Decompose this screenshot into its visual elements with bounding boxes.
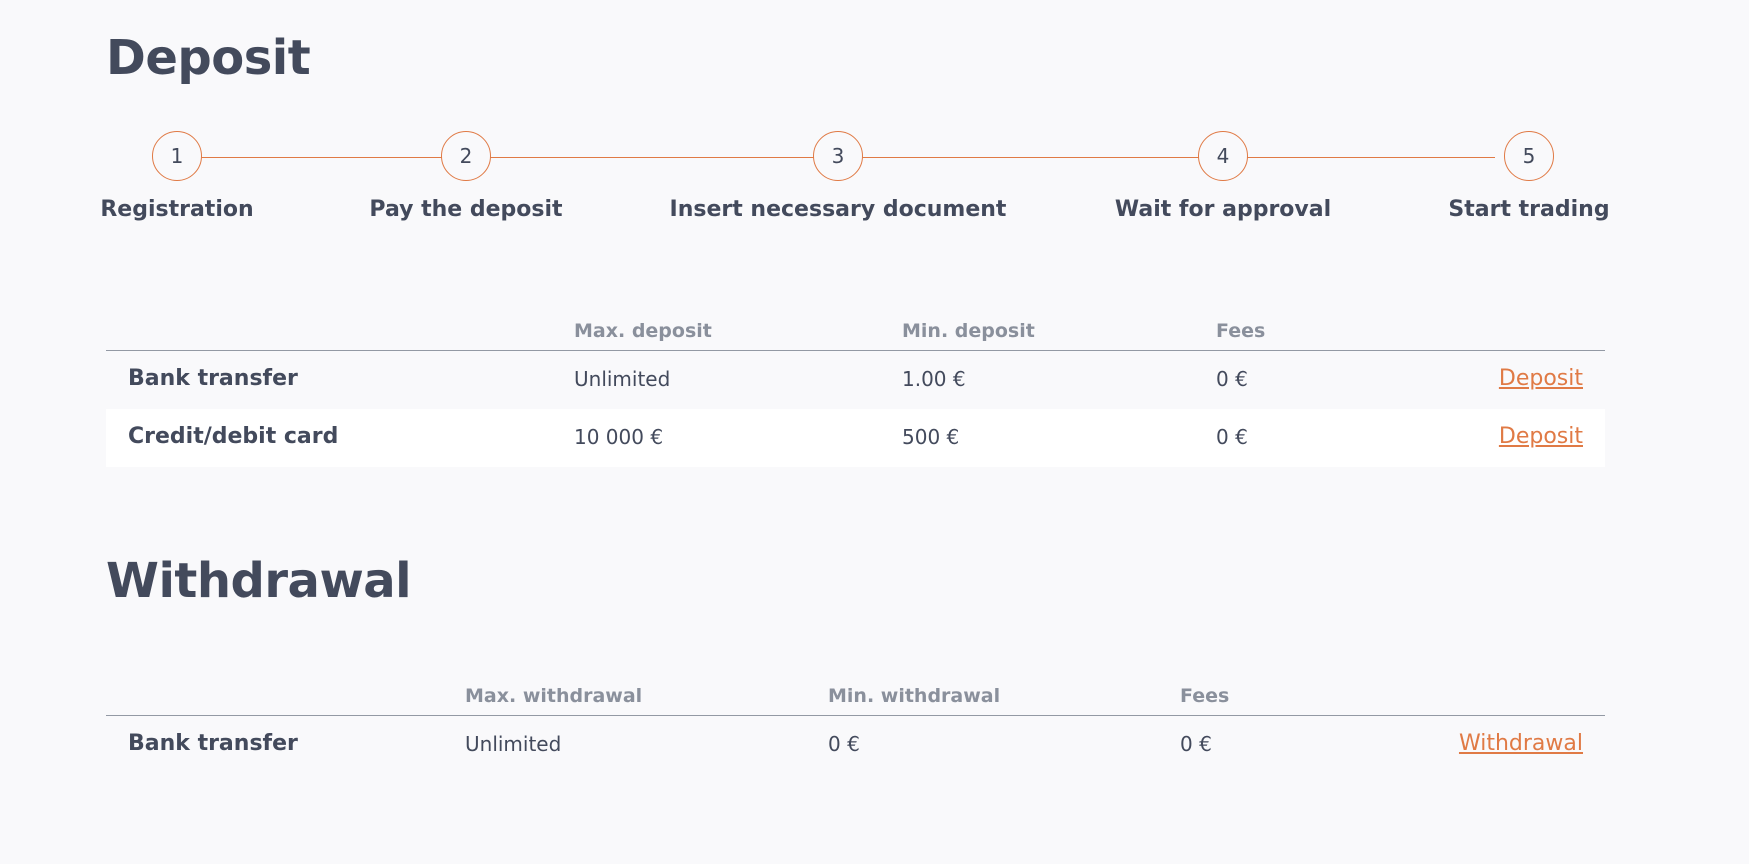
deposit-link[interactable]: Deposit <box>1499 424 1583 449</box>
withdrawal-methods-table: Max. withdrawal Min. withdrawal Fees Ban… <box>106 685 1605 774</box>
step-label: Start trading <box>1448 197 1610 222</box>
payment-method: Bank transfer <box>128 731 298 756</box>
deposit-link[interactable]: Deposit <box>1499 366 1583 391</box>
table-header: Max. withdrawal Min. withdrawal Fees <box>106 685 1605 716</box>
column-header-min-withdrawal: Min. withdrawal <box>828 685 1001 707</box>
deposit-steps: 1 Registration 2 Pay the deposit 3 Inser… <box>100 131 1610 231</box>
max-deposit-value: 10 000 € <box>574 425 664 449</box>
table-row: Bank transfer Unlimited 1.00 € 0 € Depos… <box>106 351 1605 409</box>
withdrawal-title: Withdrawal <box>106 553 412 609</box>
step-number: 2 <box>441 131 491 181</box>
step-number: 3 <box>813 131 863 181</box>
step-label: Wait for approval <box>1114 197 1332 222</box>
min-withdrawal-value: 0 € <box>828 732 860 756</box>
step-number: 1 <box>152 131 202 181</box>
deposit-title: Deposit <box>106 30 311 86</box>
fees-value: 0 € <box>1216 425 1248 449</box>
max-deposit-value: Unlimited <box>574 367 671 391</box>
column-header-min-deposit: Min. deposit <box>902 320 1035 342</box>
step-number: 4 <box>1198 131 1248 181</box>
withdrawal-link[interactable]: Withdrawal <box>1459 731 1583 756</box>
payment-method: Credit/debit card <box>128 424 339 449</box>
table-row: Credit/debit card 10 000 € 500 € 0 € Dep… <box>106 409 1605 467</box>
min-deposit-value: 1.00 € <box>902 367 966 391</box>
deposit-methods-table: Max. deposit Min. deposit Fees Bank tran… <box>106 320 1605 467</box>
max-withdrawal-value: Unlimited <box>465 732 562 756</box>
column-header-fees: Fees <box>1216 320 1266 342</box>
fees-value: 0 € <box>1180 732 1212 756</box>
column-header-max-deposit: Max. deposit <box>574 320 712 342</box>
step-label: Insert necessary document <box>669 197 1007 222</box>
payment-method: Bank transfer <box>128 366 298 391</box>
step-label: Pay the deposit <box>369 197 563 222</box>
min-deposit-value: 500 € <box>902 425 960 449</box>
table-header: Max. deposit Min. deposit Fees <box>106 320 1605 351</box>
step-label: Registration <box>100 197 254 222</box>
fees-value: 0 € <box>1216 367 1248 391</box>
column-header-max-withdrawal: Max. withdrawal <box>465 685 643 707</box>
step-number: 5 <box>1504 131 1554 181</box>
table-row: Bank transfer Unlimited 0 € 0 € Withdraw… <box>106 716 1605 774</box>
column-header-fees: Fees <box>1180 685 1230 707</box>
